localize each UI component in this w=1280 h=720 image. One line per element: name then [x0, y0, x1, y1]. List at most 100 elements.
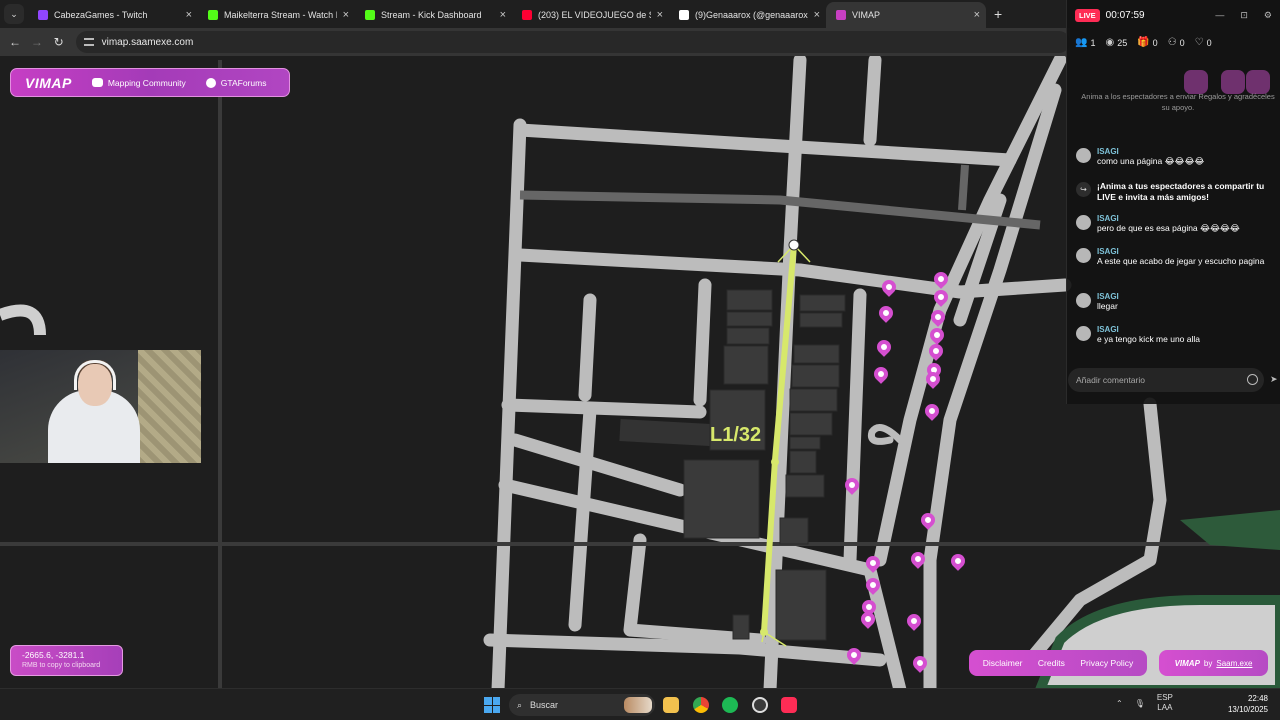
share-icon: ↪ — [1076, 182, 1091, 197]
tab-favicon-icon — [679, 10, 689, 20]
nav-link-label: Mapping Community — [107, 77, 186, 88]
chat-username[interactable]: ISAGI — [1097, 247, 1264, 256]
credit-button[interactable]: VIMAP by Saam.exe — [1159, 650, 1268, 676]
avatar[interactable] — [1076, 293, 1091, 308]
footer-links: Disclaimer Credits Privacy Policy — [969, 650, 1147, 676]
browser-tab[interactable]: CabezaGames - Twitch × — [28, 2, 198, 28]
privacy-policy-link[interactable]: Privacy Policy — [1080, 658, 1133, 668]
vimap-header: VIMAP Mapping Community GTAForums — [10, 68, 290, 97]
taskbar-clock[interactable]: 22:48 13/10/2025 — [1228, 694, 1268, 716]
tab-search-button[interactable]: ⌄ — [4, 4, 24, 24]
avatar[interactable] — [1076, 248, 1091, 263]
microphone-icon[interactable]: 🎙 — [1135, 699, 1145, 708]
chat-username[interactable]: ISAGI — [1097, 147, 1204, 156]
live-stat: 👥 1 — [1075, 37, 1095, 48]
reload-button[interactable]: ↻ — [48, 35, 70, 49]
avatar[interactable] — [1076, 326, 1091, 341]
region-code: LAA — [1157, 703, 1173, 712]
live-stats: 👥 1 ◉ 25 🎁 0 ⚇ 0 ♡ 0 — [1075, 37, 1212, 48]
tab-favicon-icon — [365, 10, 375, 20]
browser-tab[interactable]: Stream - Kick Dashboard × — [355, 2, 512, 28]
chat-system-message: ↪ ¡Anima a tus espectadores a compartir t… — [1076, 181, 1280, 204]
live-timer: 00:07:59 — [1105, 10, 1145, 21]
search-label: Buscar — [530, 700, 559, 710]
lock-icon[interactable]: ⊡ — [1240, 10, 1248, 21]
chat-username[interactable]: ISAGI — [1097, 292, 1119, 301]
layers-button[interactable] — [1184, 70, 1208, 94]
back-button[interactable]: ← — [4, 35, 26, 49]
browser-tab[interactable]: (9)Genaaarox (@genaaarox) | TikTok × — [669, 2, 826, 28]
chat-username[interactable]: ISAGI — [1097, 325, 1200, 334]
live-stat: 🎁 0 — [1137, 37, 1157, 48]
comment-placeholder: Añadir comentario — [1076, 375, 1145, 385]
browser-tab[interactable]: VIMAP × — [826, 2, 986, 28]
vimap-logo[interactable]: VIMAP — [25, 75, 72, 91]
windows-start-icon[interactable] — [484, 697, 500, 713]
legend-button[interactable] — [1221, 70, 1245, 94]
avatar[interactable] — [1076, 215, 1091, 230]
language-indicator[interactable]: ESP LAA — [1157, 693, 1173, 713]
eye-icon: ◉ — [1105, 37, 1115, 48]
gift-prompt: Anima a los espectadores a enviar Regalo… — [1081, 92, 1275, 112]
site-info-icon[interactable] — [83, 38, 94, 46]
live-stat-value: 25 — [1117, 37, 1128, 48]
browser-tab[interactable]: (203) EL VIDEOJUEGO de SCARF × — [512, 2, 669, 28]
live-stat-value: 0 — [1152, 37, 1158, 48]
clock-date: 13/10/2025 — [1227, 704, 1268, 714]
tab-title: (203) EL VIDEOJUEGO de SCARF — [538, 10, 651, 20]
chat-text: pero de que es esa página 😂😂😂😂 — [1097, 223, 1240, 233]
chat-username[interactable]: ISAGI — [1097, 214, 1240, 223]
address-bar[interactable]: vimap.saamexe.com — [75, 31, 1070, 53]
tab-list: CabezaGames - Twitch × Maikelterra Stream … — [28, 0, 986, 28]
browser-toolbar: ← → ↻ vimap.saamexe.com — [0, 28, 1070, 56]
tab-title: Maikelterra Stream - Watch Live — [224, 10, 337, 20]
obs-icon[interactable] — [752, 697, 768, 713]
coordinates-box[interactable]: -2665.6, -3281.1 RMB to copy to clipboar… — [10, 645, 123, 676]
chrome-icon[interactable] — [693, 697, 709, 713]
chat-message: ISAGI como una página 😂😂😂😂 — [1076, 147, 1280, 167]
chat-text: e ya tengo kick me uno alla — [1097, 334, 1201, 344]
tab-title: CabezaGames - Twitch — [54, 10, 148, 20]
tab-close-icon[interactable]: × — [657, 9, 663, 21]
coordinates-hint: RMB to copy to clipboard — [22, 662, 101, 669]
credit-by: by — [1203, 658, 1213, 668]
emoji-icon[interactable] — [1247, 374, 1258, 385]
minimize-icon[interactable]: — — [1215, 10, 1224, 21]
live-stat: ♡ 0 — [1195, 37, 1212, 48]
nav-link-mapping-community[interactable]: Mapping Community — [91, 77, 186, 88]
gtaforums-icon — [205, 77, 216, 88]
tray-overflow-icon[interactable]: ⌃ — [1116, 699, 1123, 708]
coordinates-value: -2665.6, -3281.1 — [22, 650, 85, 660]
file-explorer-icon[interactable] — [663, 697, 679, 713]
tab-close-icon[interactable]: × — [500, 9, 506, 21]
browser-tab[interactable]: Maikelterra Stream - Watch Live × — [198, 2, 355, 28]
tab-close-icon[interactable]: × — [814, 9, 820, 21]
avatar[interactable] — [1076, 148, 1091, 163]
new-tab-button[interactable]: + — [994, 6, 1002, 22]
headphones-icon — [74, 360, 116, 390]
tab-close-icon[interactable]: × — [974, 9, 980, 21]
tab-close-icon[interactable]: × — [186, 9, 192, 21]
chat-message: ISAGI llegar — [1076, 292, 1280, 312]
tab-title: VIMAP — [852, 10, 881, 20]
clock-time: 22:48 — [1247, 694, 1268, 703]
comment-input[interactable]: Añadir comentario — [1068, 368, 1264, 392]
tiktok-live-studio-icon[interactable] — [781, 697, 797, 713]
globe-button[interactable] — [1246, 70, 1270, 94]
disclaimer-link[interactable]: Disclaimer — [983, 658, 1023, 668]
forward-button[interactable]: → — [26, 35, 48, 49]
share-people-icon: ⚇ — [1167, 37, 1177, 48]
spotify-icon[interactable] — [722, 697, 738, 713]
live-badge: LIVE — [1075, 9, 1100, 22]
chat-message: ISAGI pero de que es esa página 😂😂😂😂 — [1076, 214, 1280, 234]
search-icon: ⌕ — [517, 699, 523, 710]
settings-icon[interactable]: ⚙ — [1264, 10, 1272, 21]
language-code: ESP — [1156, 693, 1173, 702]
credits-link[interactable]: Credits — [1038, 658, 1065, 668]
tab-close-icon[interactable]: × — [343, 9, 349, 21]
credit-author-link[interactable]: Saam.exe — [1216, 659, 1252, 668]
send-icon[interactable]: ➤ — [1270, 374, 1278, 385]
nav-link-gtaforums[interactable]: GTAForums — [205, 77, 266, 88]
taskbar-search[interactable]: ⌕ Buscar — [509, 694, 655, 716]
chat-text: A este que acabo de jegar y escucho pagi… — [1097, 256, 1265, 266]
